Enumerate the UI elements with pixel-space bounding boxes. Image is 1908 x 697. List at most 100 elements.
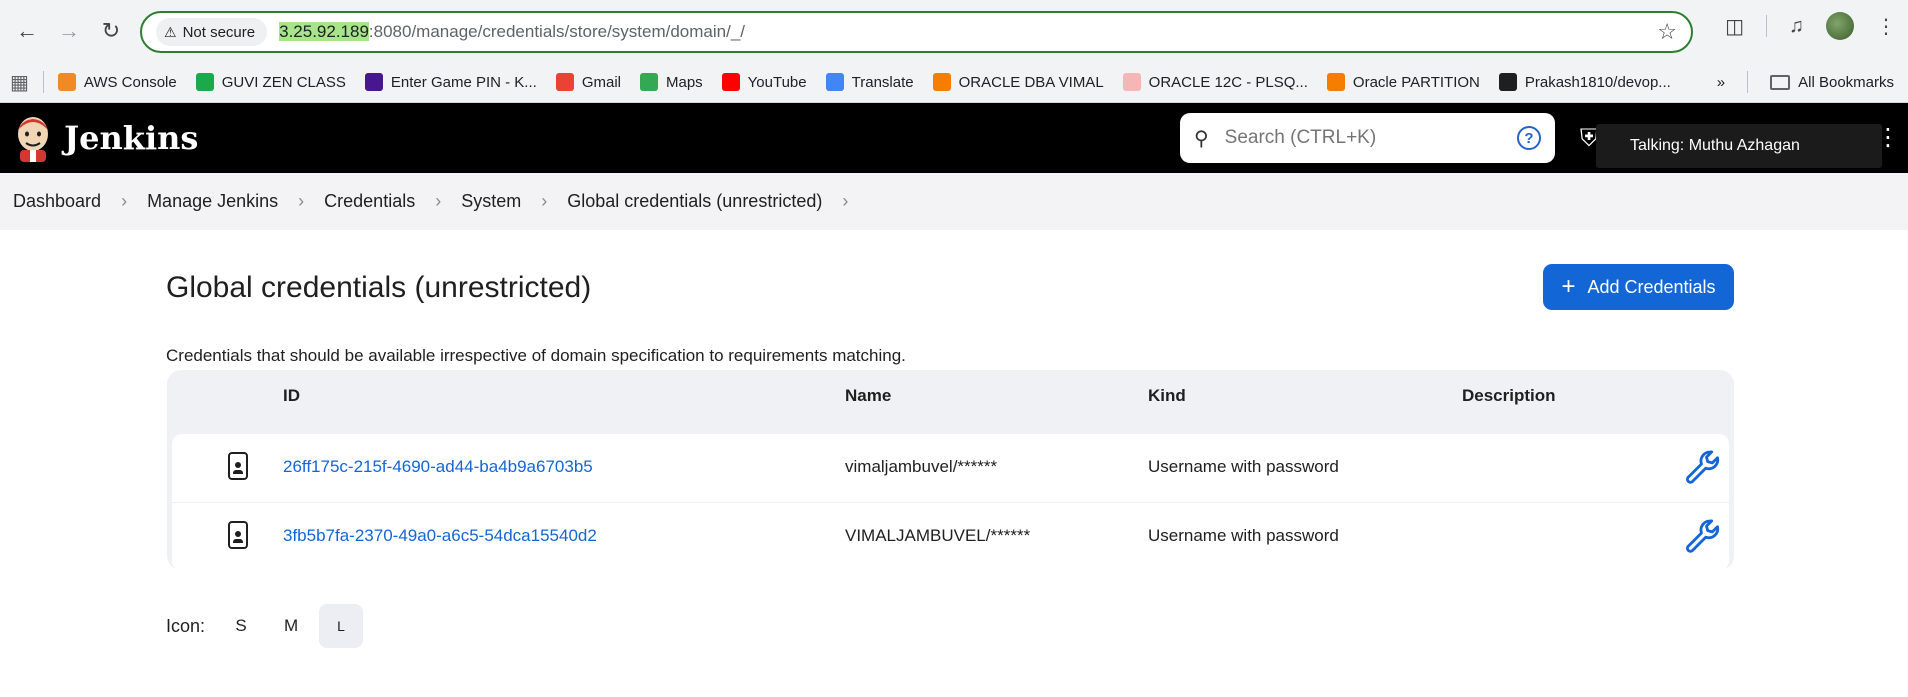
bookmark-label: Maps xyxy=(665,73,703,91)
jenkins-title[interactable]: Jenkins xyxy=(64,119,198,157)
breadcrumb: Dashboard › Manage Jenkins › Credentials… xyxy=(0,173,1908,230)
menu-icon[interactable]: ⋮ xyxy=(1876,14,1896,39)
help-icon[interactable]: ? xyxy=(1517,126,1541,150)
credential-id-link[interactable]: 3fb5b7fa-2370-49a0-a6c5-54dca15540d2 xyxy=(283,526,597,546)
search-icon: ⚲ xyxy=(1194,127,1209,150)
url-text[interactable]: 3.25.92.189:8080/manage/credentials/stor… xyxy=(279,22,745,42)
breadcrumb-manage-jenkins[interactable]: Manage Jenkins xyxy=(147,191,278,212)
column-header-name: Name xyxy=(845,386,892,405)
more-bookmarks-icon[interactable]: » xyxy=(1717,74,1725,91)
reload-icon[interactable]: ↻ xyxy=(92,12,130,50)
bookmark-item[interactable]: Oracle PARTITION xyxy=(1326,73,1480,91)
aws-icon xyxy=(57,73,76,91)
bookmark-label: Gmail xyxy=(581,73,621,91)
bookmark-item[interactable]: YouTube xyxy=(721,73,807,91)
bookmark-item[interactable]: ORACLE 12C - PLSQ... xyxy=(1122,73,1308,91)
bookmark-item[interactable]: Translate xyxy=(825,73,914,91)
breadcrumb-credentials[interactable]: Credentials xyxy=(324,191,415,212)
toolbar-divider xyxy=(1766,15,1767,37)
wrench-icon[interactable] xyxy=(1683,517,1723,557)
table-row: 3fb5b7fa-2370-49a0-a6c5-54dca15540d2 VIM… xyxy=(172,503,1729,571)
credential-name: VIMALJAMBUVEL/****** xyxy=(845,526,1031,545)
pink-icon xyxy=(1122,73,1141,91)
breadcrumb-global-credentials[interactable]: Global credentials (unrestricted) xyxy=(567,191,822,212)
bookmark-label: YouTube xyxy=(747,73,807,91)
icon-size-medium[interactable]: M xyxy=(269,604,313,648)
bookmark-label: Enter Game PIN - K... xyxy=(390,73,537,91)
chevron-right-icon[interactable]: › xyxy=(842,191,848,212)
warning-icon: ⚠ xyxy=(164,23,177,40)
column-header-id: ID xyxy=(283,386,300,405)
security-label: Not secure xyxy=(182,23,256,41)
blogger-icon xyxy=(1326,73,1345,91)
browser-chrome: ← → ↻ ⚠ Not secure 3.25.92.189:8080/mana… xyxy=(0,0,1908,103)
search-input[interactable] xyxy=(1224,127,1505,149)
breadcrumb-system[interactable]: System xyxy=(461,191,521,212)
icon-size-label: Icon: xyxy=(166,615,206,636)
address-row: ← → ↻ ⚠ Not secure 3.25.92.189:8080/mana… xyxy=(0,0,1908,62)
credential-kind: Username with password xyxy=(1148,526,1339,545)
profile-avatar[interactable] xyxy=(1826,12,1854,40)
credential-kind: Username with password xyxy=(1148,457,1339,476)
all-bookmarks-label: All Bookmarks xyxy=(1798,73,1894,91)
add-credentials-label: Add Credentials xyxy=(1587,276,1716,297)
credential-type-icon xyxy=(228,452,248,480)
bookmarks-divider-2 xyxy=(1747,71,1749,93)
chevron-right-icon: › xyxy=(121,191,128,211)
credential-id-link[interactable]: 26ff175c-215f-4690-ad44-ba4b9a6703b5 xyxy=(283,457,593,477)
bookmark-item[interactable]: Gmail xyxy=(555,73,621,91)
url-host: 3.25.92.189 xyxy=(279,22,369,41)
forward-icon[interactable]: → xyxy=(50,12,88,50)
icon-size-large[interactable]: L xyxy=(319,604,364,648)
main-content: Global credentials (unrestricted) + Add … xyxy=(0,230,1908,648)
bookmark-label: ORACLE DBA VIMAL xyxy=(958,73,1104,91)
bookmarks-bar: ▦ AWS Console GUVI ZEN CLASS Enter Game PI… xyxy=(0,62,1908,102)
search-box[interactable]: ⚲ ? xyxy=(1180,113,1555,163)
chevron-right-icon: › xyxy=(298,191,305,211)
gmail-icon xyxy=(555,73,574,91)
bookmark-item[interactable]: ORACLE DBA VIMAL xyxy=(932,73,1104,91)
maps-icon xyxy=(639,73,658,91)
github-icon xyxy=(1498,73,1517,91)
translate-icon xyxy=(825,73,844,91)
browser-toolbar-icons: ◫ ♫ ⋮ xyxy=(1725,12,1896,40)
all-bookmarks-button[interactable]: All Bookmarks xyxy=(1770,74,1894,91)
column-header-description: Description xyxy=(1462,386,1556,405)
icon-size-selector: Icon: S M L xyxy=(166,604,364,648)
guvi-icon xyxy=(195,73,214,91)
media-icon[interactable]: ♫ xyxy=(1789,15,1804,38)
talking-popup: Talking: Muthu Azhagan xyxy=(1596,124,1882,168)
bookmark-item[interactable]: Prakash1810/devop... xyxy=(1498,73,1671,91)
bookmarks-right: » All Bookmarks xyxy=(1717,62,1894,102)
wrench-icon[interactable] xyxy=(1683,448,1723,488)
bookmark-item[interactable]: Maps xyxy=(639,73,703,91)
bookmark-item[interactable]: AWS Console xyxy=(57,73,177,91)
plus-icon: + xyxy=(1561,273,1576,300)
page-title: Global credentials (unrestricted) xyxy=(166,271,592,304)
blogger-icon xyxy=(932,73,951,91)
credential-type-icon xyxy=(228,521,248,549)
bookmark-item[interactable]: Enter Game PIN - K... xyxy=(364,73,537,91)
kahoot-icon xyxy=(364,73,383,91)
icon-size-small[interactable]: S xyxy=(219,604,263,648)
jenkins-logo-icon[interactable] xyxy=(14,114,52,162)
credential-name: vimaljambuvel/****** xyxy=(845,457,998,476)
bookmark-star-icon[interactable]: ☆ xyxy=(1657,19,1677,45)
folder-icon xyxy=(1770,75,1791,91)
extensions-icon[interactable]: ◫ xyxy=(1725,14,1744,39)
bookmark-label: Oracle PARTITION xyxy=(1352,73,1480,91)
security-chip[interactable]: ⚠ Not secure xyxy=(156,18,268,46)
url-path: :8080/manage/credentials/store/system/do… xyxy=(368,22,746,41)
page-description: Credentials that should be available irr… xyxy=(166,346,906,365)
bookmark-label: ORACLE 12C - PLSQ... xyxy=(1148,73,1308,91)
column-header-kind: Kind xyxy=(1148,386,1186,405)
address-bar[interactable]: ⚠ Not secure 3.25.92.189:8080/manage/cre… xyxy=(140,11,1693,53)
add-credentials-button[interactable]: + Add Credentials xyxy=(1543,264,1734,310)
breadcrumb-dashboard[interactable]: Dashboard xyxy=(13,191,101,212)
bookmark-label: GUVI ZEN CLASS xyxy=(221,73,346,91)
back-icon[interactable]: ← xyxy=(8,12,46,50)
bookmark-item[interactable]: GUVI ZEN CLASS xyxy=(195,73,346,91)
apps-grid-icon[interactable]: ▦ xyxy=(10,70,29,95)
credentials-table: ID Name Kind Description 26ff175c-215f-4… xyxy=(167,370,1734,571)
bookmark-label: Prakash1810/devop... xyxy=(1524,73,1671,91)
